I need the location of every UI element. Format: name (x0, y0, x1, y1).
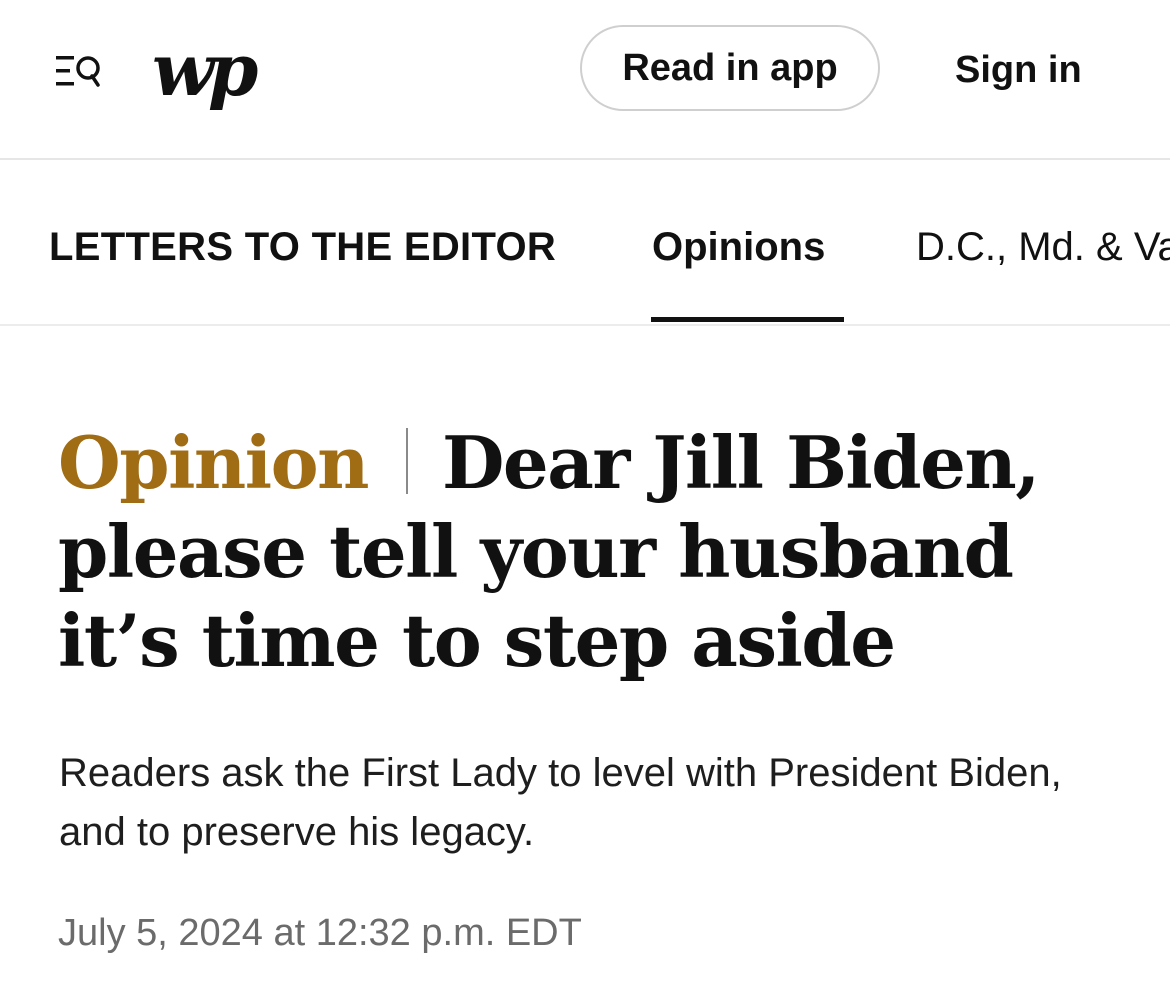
nav-item-dc-md-va[interactable]: D.C., Md. & Va. (916, 222, 1170, 272)
top-header: wp Read in app Sign in (0, 0, 1170, 160)
kicker-divider (405, 428, 408, 494)
nav-item-letters-to-the-editor[interactable]: LETTERS TO THE EDITOR (49, 222, 556, 272)
article-timestamp: July 5, 2024 at 12:32 p.m. EDT (58, 912, 582, 954)
washington-post-logo[interactable]: wp (152, 30, 258, 110)
article-headline: Opinion Dear Jill Biden, please tell your… (58, 418, 1138, 685)
section-nav: LETTERS TO THE EDITOR Opinions D.C., Md.… (0, 160, 1170, 326)
active-tab-indicator (651, 317, 844, 322)
opinion-kicker[interactable]: Opinion (58, 420, 369, 505)
nav-item-opinions[interactable]: Opinions (652, 222, 825, 272)
read-in-app-button[interactable]: Read in app (580, 25, 880, 111)
article-dek: Readers ask the First Lady to level with… (59, 751, 1062, 854)
menu-search-icon[interactable] (52, 50, 104, 92)
sign-in-button[interactable]: Sign in (955, 46, 1082, 94)
